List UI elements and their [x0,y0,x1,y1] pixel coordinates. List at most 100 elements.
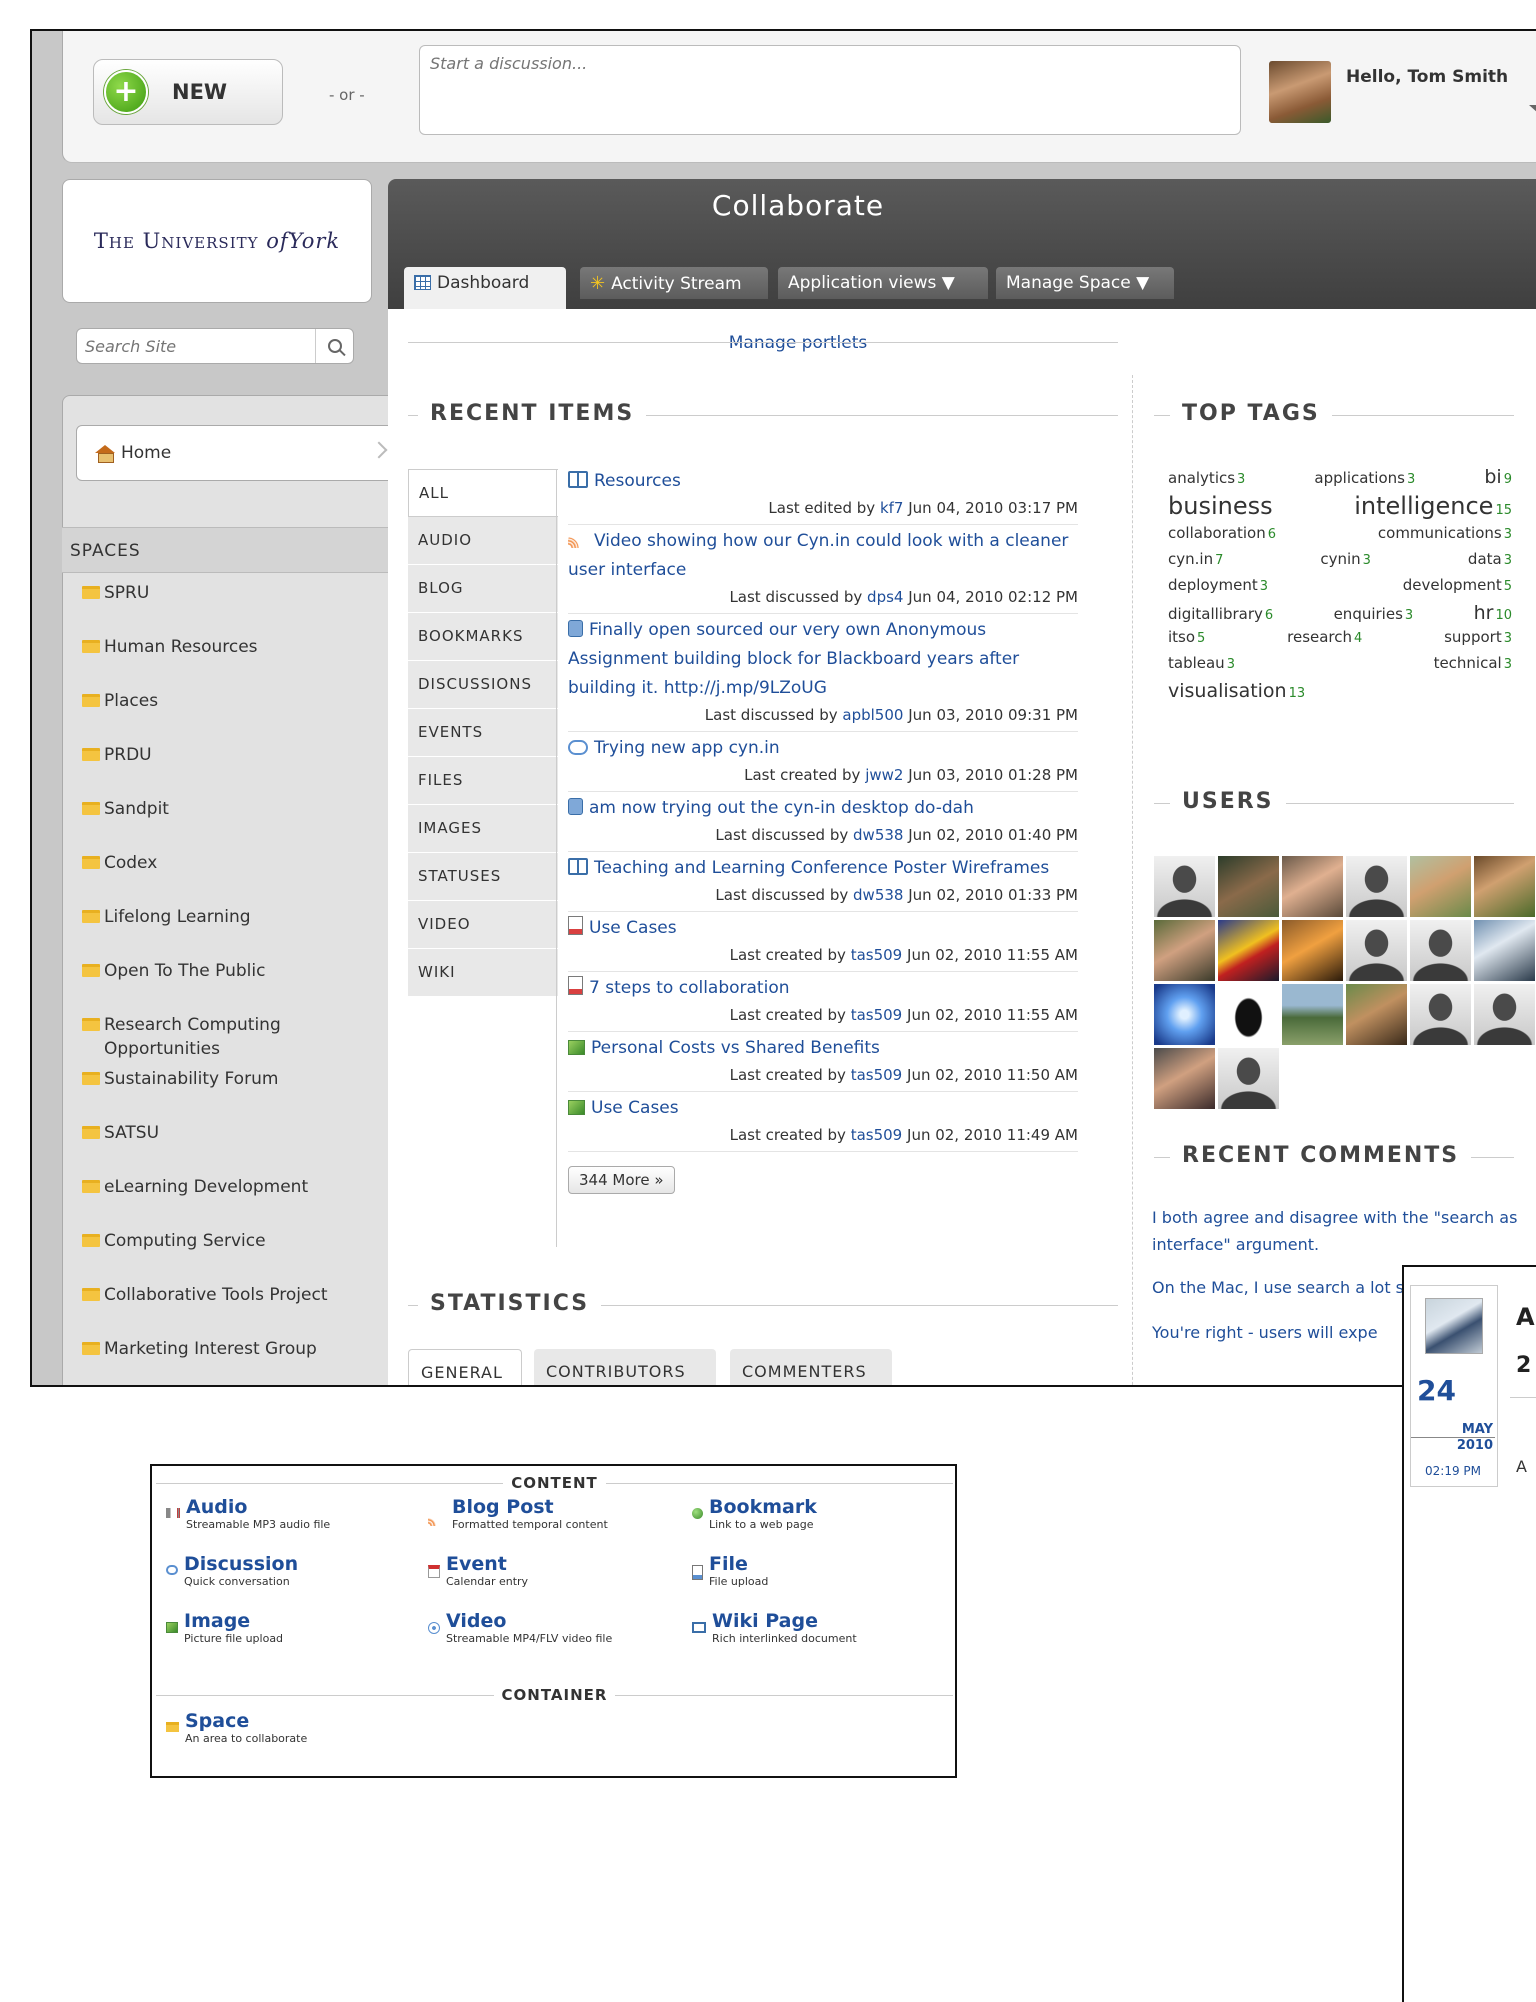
sidebar-item-space[interactable]: SATSU [76,1121,376,1175]
user-avatar[interactable] [1218,984,1279,1045]
tag-link[interactable]: support 3 [1444,628,1512,646]
sidebar-item-space[interactable]: Collaborative Tools Project [76,1283,376,1337]
user-link[interactable]: dw538 [853,826,903,844]
filter-tab-discussions[interactable]: DISCUSSIONS [408,661,558,709]
content-type-space[interactable]: Space An area to collaborate [166,1710,307,1745]
content-type-image[interactable]: Image Picture file upload [166,1610,283,1645]
item-title-link[interactable]: Teaching and Learning Conference Poster … [568,854,1078,883]
tag-link[interactable]: technical 3 [1434,654,1512,672]
user-link[interactable]: dps4 [867,588,903,606]
user-avatar[interactable] [1218,856,1279,917]
user-link[interactable]: tas509 [851,1066,903,1084]
user-avatar[interactable] [1282,984,1343,1045]
user-avatar[interactable] [1346,856,1407,917]
tag-link[interactable]: communications 3 [1378,524,1512,542]
sidebar-item-space[interactable]: Marketing Interest Group [76,1337,376,1385]
item-title-link[interactable]: Finally open sourced our very own Anonym… [568,616,1078,703]
tab-activity-stream[interactable]: ✳ Activity Stream [580,267,768,299]
event-author-avatar[interactable] [1425,1298,1483,1354]
content-type-event[interactable]: Event Calendar entry [428,1553,528,1588]
item-title-link[interactable]: Trying new app cyn.in [568,734,1078,763]
filter-tab-wiki[interactable]: WIKI [408,949,558,997]
user-avatar[interactable] [1474,920,1535,981]
item-title-link[interactable]: Video showing how our Cyn.in could look … [568,527,1078,585]
user-link[interactable]: jww2 [865,766,903,784]
tag-link[interactable]: business [1168,492,1275,520]
user-greeting[interactable]: Hello, Tom Smith [1346,67,1508,87]
filter-tab-audio[interactable]: AUDIO [408,517,558,565]
user-avatar[interactable] [1410,984,1471,1045]
search-input[interactable] [77,329,313,363]
tab-application-views[interactable]: Application views ▼ [778,267,988,299]
tab-contributors[interactable]: CONTRIBUTORS [534,1349,716,1385]
sidebar-item-space[interactable]: SPRU [76,581,376,635]
filter-tab-blog[interactable]: BLOG [408,565,558,613]
filter-tab-video[interactable]: VIDEO [408,901,558,949]
sidebar-item-space[interactable]: Sandpit [76,797,376,851]
item-title-link[interactable]: Use Cases [568,1094,1078,1123]
content-type-audio[interactable]: Audio Streamable MP3 audio file [166,1496,330,1531]
tag-link[interactable]: development 5 [1403,576,1512,594]
tab-general[interactable]: GENERAL [408,1349,522,1385]
filter-tab-images[interactable]: IMAGES [408,805,558,853]
filter-tab-all[interactable]: ALL [408,469,558,517]
tag-link[interactable]: visualisation 13 [1168,680,1305,702]
sidebar-item-space[interactable]: Places [76,689,376,743]
item-title-link[interactable]: 7 steps to collaboration [568,974,1078,1003]
user-link[interactable]: dw538 [853,886,903,904]
event-title[interactable]: A [1516,1303,1535,1331]
user-avatar[interactable] [1410,920,1471,981]
tag-link[interactable]: intelligence 15 [1354,492,1512,520]
user-avatar[interactable] [1346,984,1407,1045]
tag-link[interactable]: tableau 3 [1168,654,1235,672]
tag-link[interactable]: collaboration 6 [1168,524,1276,542]
content-type-file[interactable]: File File upload [692,1553,768,1588]
tag-link[interactable]: itso 5 [1168,628,1205,646]
content-type-blog-post[interactable]: Blog Post Formatted temporal content [428,1496,608,1531]
tag-link[interactable]: digitallibrary 6 [1168,605,1273,623]
filter-tab-events[interactable]: EVENTS [408,709,558,757]
filter-tab-statuses[interactable]: STATUSES [408,853,558,901]
user-link[interactable]: tas509 [851,946,903,964]
item-title-link[interactable]: Resources [568,467,1078,496]
user-avatar[interactable] [1282,920,1343,981]
user-avatar[interactable] [1218,920,1279,981]
user-link[interactable]: apbl500 [842,706,903,724]
content-type-bookmark[interactable]: Bookmark Link to a web page [692,1496,817,1531]
sidebar-item-space[interactable]: Lifelong Learning [76,905,376,959]
user-link[interactable]: tas509 [851,1126,903,1144]
filter-tab-bookmarks[interactable]: BOOKMARKS [408,613,558,661]
sidebar-item-space[interactable]: Research Computing Opportunities [76,1013,376,1067]
user-avatar[interactable] [1154,920,1215,981]
sidebar-item-space[interactable]: Human Resources [76,635,376,689]
sidebar-item-home[interactable]: Home [76,425,396,481]
tab-dashboard[interactable]: Dashboard [404,267,566,309]
more-button[interactable]: 344 More » [568,1166,675,1194]
user-avatar[interactable] [1346,920,1407,981]
tag-link[interactable]: applications 3 [1314,469,1415,487]
user-avatar[interactable] [1474,856,1535,917]
comment-link[interactable]: I both agree and disagree with the "sear… [1152,1204,1536,1258]
user-avatar[interactable] [1410,856,1471,917]
sidebar-item-space[interactable]: Open To The Public [76,959,376,1013]
user-link[interactable]: kf7 [880,499,904,517]
tag-link[interactable]: enquiries 3 [1334,605,1414,623]
content-type-video[interactable]: Video Streamable MP4/FLV video file [428,1610,612,1645]
tag-link[interactable]: research 4 [1287,628,1362,646]
user-menu-arrow-icon[interactable] [1529,105,1536,113]
sidebar-item-space[interactable]: PRDU [76,743,376,797]
university-logo[interactable]: The University ofYork [62,179,372,303]
manage-portlets-link[interactable]: Manage portlets [388,333,1208,353]
tab-manage-space[interactable]: Manage Space ▼ [996,267,1174,299]
start-discussion-input[interactable] [419,45,1241,135]
sidebar-item-space[interactable]: Sustainability Forum [76,1067,376,1121]
sidebar-item-space[interactable]: Codex [76,851,376,905]
user-avatar[interactable] [1154,1048,1215,1109]
user-link[interactable]: tas509 [851,1006,903,1024]
tab-commenters[interactable]: COMMENTERS [730,1349,892,1385]
user-avatar[interactable] [1269,61,1331,123]
tag-link[interactable]: bi 9 [1484,466,1512,488]
item-title-link[interactable]: am now trying out the cyn-in desktop do-… [568,794,1078,823]
user-avatar[interactable] [1154,984,1215,1045]
item-title-link[interactable]: Personal Costs vs Shared Benefits [568,1034,1078,1063]
